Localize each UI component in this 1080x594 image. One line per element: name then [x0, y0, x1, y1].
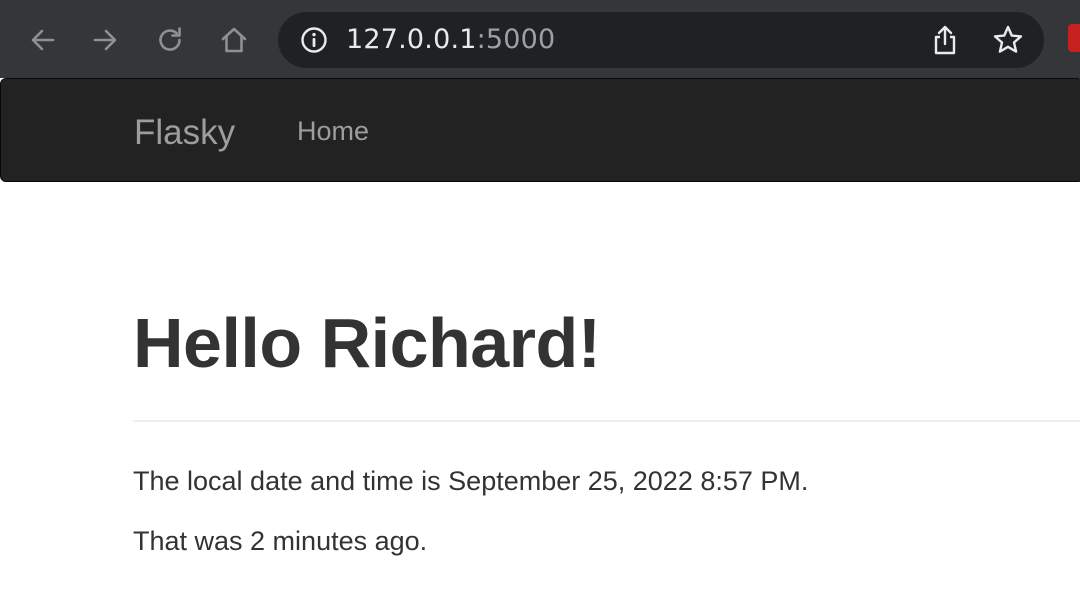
home-icon[interactable]	[214, 20, 254, 60]
reload-icon[interactable]	[150, 20, 190, 60]
url-host: 127.0.0.1	[346, 24, 477, 55]
share-icon[interactable]	[930, 24, 960, 56]
extension-icon[interactable]	[1068, 24, 1080, 52]
address-bar[interactable]: 127.0.0.1:5000	[278, 12, 1044, 68]
url-port: :5000	[476, 24, 556, 55]
relative-time-text: That was 2 minutes ago.	[133, 526, 428, 556]
page-header: Hello Richard!	[133, 298, 1080, 422]
forward-arrow-icon[interactable]	[86, 20, 126, 60]
navbar-brand[interactable]: Flasky	[134, 113, 235, 153]
page-title: Hello Richard!	[133, 304, 601, 382]
url-text[interactable]: 127.0.0.1:5000	[346, 24, 555, 56]
star-icon[interactable]	[992, 24, 1024, 56]
nav-link-home[interactable]: Home	[297, 115, 369, 147]
site-navbar: Flasky Home	[0, 78, 1080, 182]
back-arrow-icon[interactable]	[22, 20, 62, 60]
local-time-text: The local date and time is September 25,…	[133, 466, 809, 496]
browser-toolbar: 127.0.0.1:5000	[0, 0, 1080, 78]
info-icon[interactable]	[300, 26, 328, 54]
